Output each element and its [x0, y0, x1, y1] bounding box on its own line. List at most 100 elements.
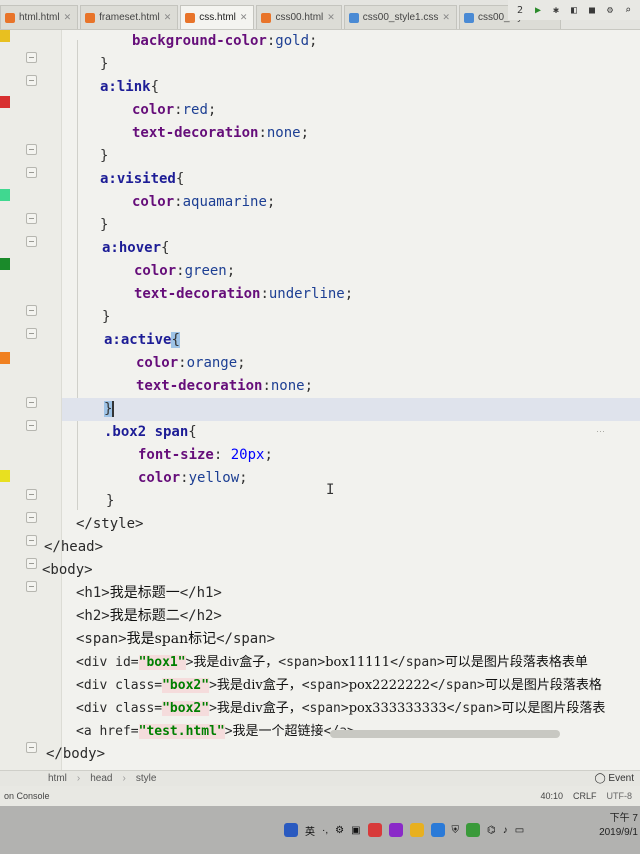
code-editor[interactable]: background-color:gold; } a:link{ color:r… — [42, 30, 640, 770]
code-line[interactable]: <h2>我是标题二</h2> — [62, 605, 640, 628]
code-line[interactable]: text-decoration:underline; — [62, 283, 640, 306]
line-separator[interactable]: CRLF — [573, 791, 597, 801]
tab-css00-style1[interactable]: css00_style1.css ✕ — [343, 5, 457, 29]
taskbar-app-icon[interactable] — [466, 823, 481, 837]
fold-marker[interactable] — [26, 535, 37, 546]
code-line[interactable]: <div class="box2">我是div盒子，<span>pox22222… — [62, 674, 640, 697]
tab-label: css00.html — [275, 12, 324, 23]
event-log-button[interactable]: ◯ Event — [594, 773, 634, 784]
stop-icon[interactable]: ■ — [586, 5, 598, 16]
code-line[interactable]: font-size: 20px; — [62, 444, 640, 467]
play-icon[interactable]: ▶ — [532, 5, 544, 16]
fold-marker[interactable] — [26, 489, 37, 500]
code-line[interactable]: </head> — [44, 536, 640, 559]
chat-icon[interactable]: ▭ — [515, 825, 524, 836]
taskbar-app-icon[interactable] — [367, 823, 382, 837]
fold-marker[interactable] — [26, 581, 37, 592]
clipboard-icon[interactable]: ▣ — [351, 825, 360, 836]
taskbar-app-icon[interactable] — [430, 823, 445, 837]
file-encoding[interactable]: UTF-8 — [607, 791, 640, 801]
fold-marker[interactable] — [26, 558, 37, 569]
console-tab[interactable]: on Console — [0, 791, 50, 801]
code-line[interactable]: <div class="box2">我是div盒子，<span>pox33333… — [62, 697, 640, 720]
fold-marker[interactable] — [26, 305, 37, 316]
fold-marker[interactable] — [26, 52, 37, 63]
tab-css00[interactable]: css00.html ✕ — [256, 5, 342, 29]
breadcrumb-item-head[interactable]: head — [90, 773, 112, 784]
fold-marker[interactable] — [26, 397, 37, 408]
code-line[interactable]: } — [62, 306, 640, 329]
code-line[interactable]: } — [62, 490, 640, 513]
code-line[interactable]: text-decoration:none; — [62, 375, 640, 398]
close-icon[interactable]: ✕ — [240, 12, 248, 23]
close-icon[interactable]: ✕ — [164, 12, 172, 23]
close-icon[interactable]: ✕ — [327, 12, 335, 23]
code-line[interactable]: color:aquamarine; — [62, 191, 640, 214]
system-clock[interactable]: 下午 7 2019/9/1 — [599, 812, 638, 840]
fold-marker[interactable] — [26, 75, 37, 86]
html-file-icon — [85, 12, 96, 23]
horizontal-scrollbar[interactable] — [330, 730, 560, 738]
fold-marker[interactable] — [26, 420, 37, 431]
code-line[interactable]: color:green; — [62, 260, 640, 283]
code-line[interactable]: </style> — [62, 513, 640, 536]
code-line[interactable]: a:visited{ — [62, 168, 640, 191]
code-line[interactable]: <h1>我是标题一</h1> — [62, 582, 640, 605]
close-icon[interactable]: ✕ — [442, 12, 450, 23]
gear-icon[interactable]: ⚙ — [335, 825, 344, 836]
tab-css[interactable]: css.html ✕ — [180, 5, 255, 29]
config-selector[interactable]: 2 — [514, 5, 526, 16]
code-line[interactable]: color:red; — [62, 99, 640, 122]
breadcrumb-item-style[interactable]: style — [136, 773, 157, 784]
color-swatch-green — [0, 258, 10, 270]
tab-html[interactable]: html.html ✕ — [0, 5, 79, 29]
code-line[interactable]: <div id="box1">我是div盒子，<span>box11111</s… — [62, 651, 640, 674]
settings-icon[interactable]: ⚙ — [604, 5, 616, 16]
code-line[interactable]: a:active{ — [62, 329, 640, 352]
fold-marker[interactable] — [26, 512, 37, 523]
security-icon[interactable]: ⛨ — [452, 825, 460, 836]
taskbar-app-icon[interactable] — [409, 823, 424, 837]
tab-label: html.html — [19, 12, 60, 23]
text-caret — [112, 401, 115, 417]
search-icon[interactable]: ⌕ — [622, 5, 634, 16]
taskbar-app-icon[interactable] — [284, 823, 298, 837]
coverage-icon[interactable]: ◧ — [568, 5, 580, 16]
fold-marker[interactable] — [26, 236, 37, 247]
code-line[interactable]: background-color:gold; — [62, 30, 640, 53]
code-line[interactable]: </body> — [46, 743, 640, 766]
code-line[interactable]: a:link{ — [62, 76, 640, 99]
color-swatch-orange — [0, 352, 10, 364]
code-line[interactable]: .box2 span{ — [62, 421, 640, 444]
fold-marker[interactable] — [26, 167, 37, 178]
code-line[interactable]: } — [62, 214, 640, 237]
css-file-icon — [348, 12, 359, 23]
color-swatch-red — [0, 96, 10, 108]
breadcrumb-item-html[interactable]: html — [48, 773, 67, 784]
close-icon[interactable]: ✕ — [64, 12, 72, 23]
code-line[interactable]: <span>我是span标记</span> — [62, 628, 640, 651]
fold-marker[interactable] — [26, 742, 37, 753]
current-line[interactable]: } — [62, 398, 640, 421]
cursor-position[interactable]: 40:10 — [540, 791, 563, 801]
code-line[interactable]: } — [62, 53, 640, 76]
search-icon: ◯ — [594, 773, 609, 784]
fold-marker[interactable] — [26, 328, 37, 339]
chevron-right-icon: › — [76, 773, 81, 784]
fold-marker[interactable] — [26, 213, 37, 224]
code-line[interactable]: text-decoration:none; — [62, 122, 640, 145]
tab-label: frameset.html — [99, 12, 160, 23]
network-icon[interactable]: ⌬ — [487, 825, 496, 836]
ime-indicator-icon[interactable]: 英 — [305, 823, 315, 838]
code-line[interactable]: } — [62, 145, 640, 168]
code-line[interactable]: a:hover{ — [62, 237, 640, 260]
tab-frameset[interactable]: frameset.html ✕ — [80, 5, 179, 29]
volume-icon[interactable]: ♪ — [503, 825, 508, 836]
code-line[interactable]: color:yellow; — [62, 467, 640, 490]
taskbar-app-icon[interactable] — [388, 823, 403, 837]
html-file-icon — [261, 12, 272, 23]
bug-icon[interactable]: ✱ — [550, 5, 562, 16]
fold-marker[interactable] — [26, 144, 37, 155]
code-line[interactable]: <body> — [42, 559, 640, 582]
code-line[interactable]: color:orange; — [62, 352, 640, 375]
